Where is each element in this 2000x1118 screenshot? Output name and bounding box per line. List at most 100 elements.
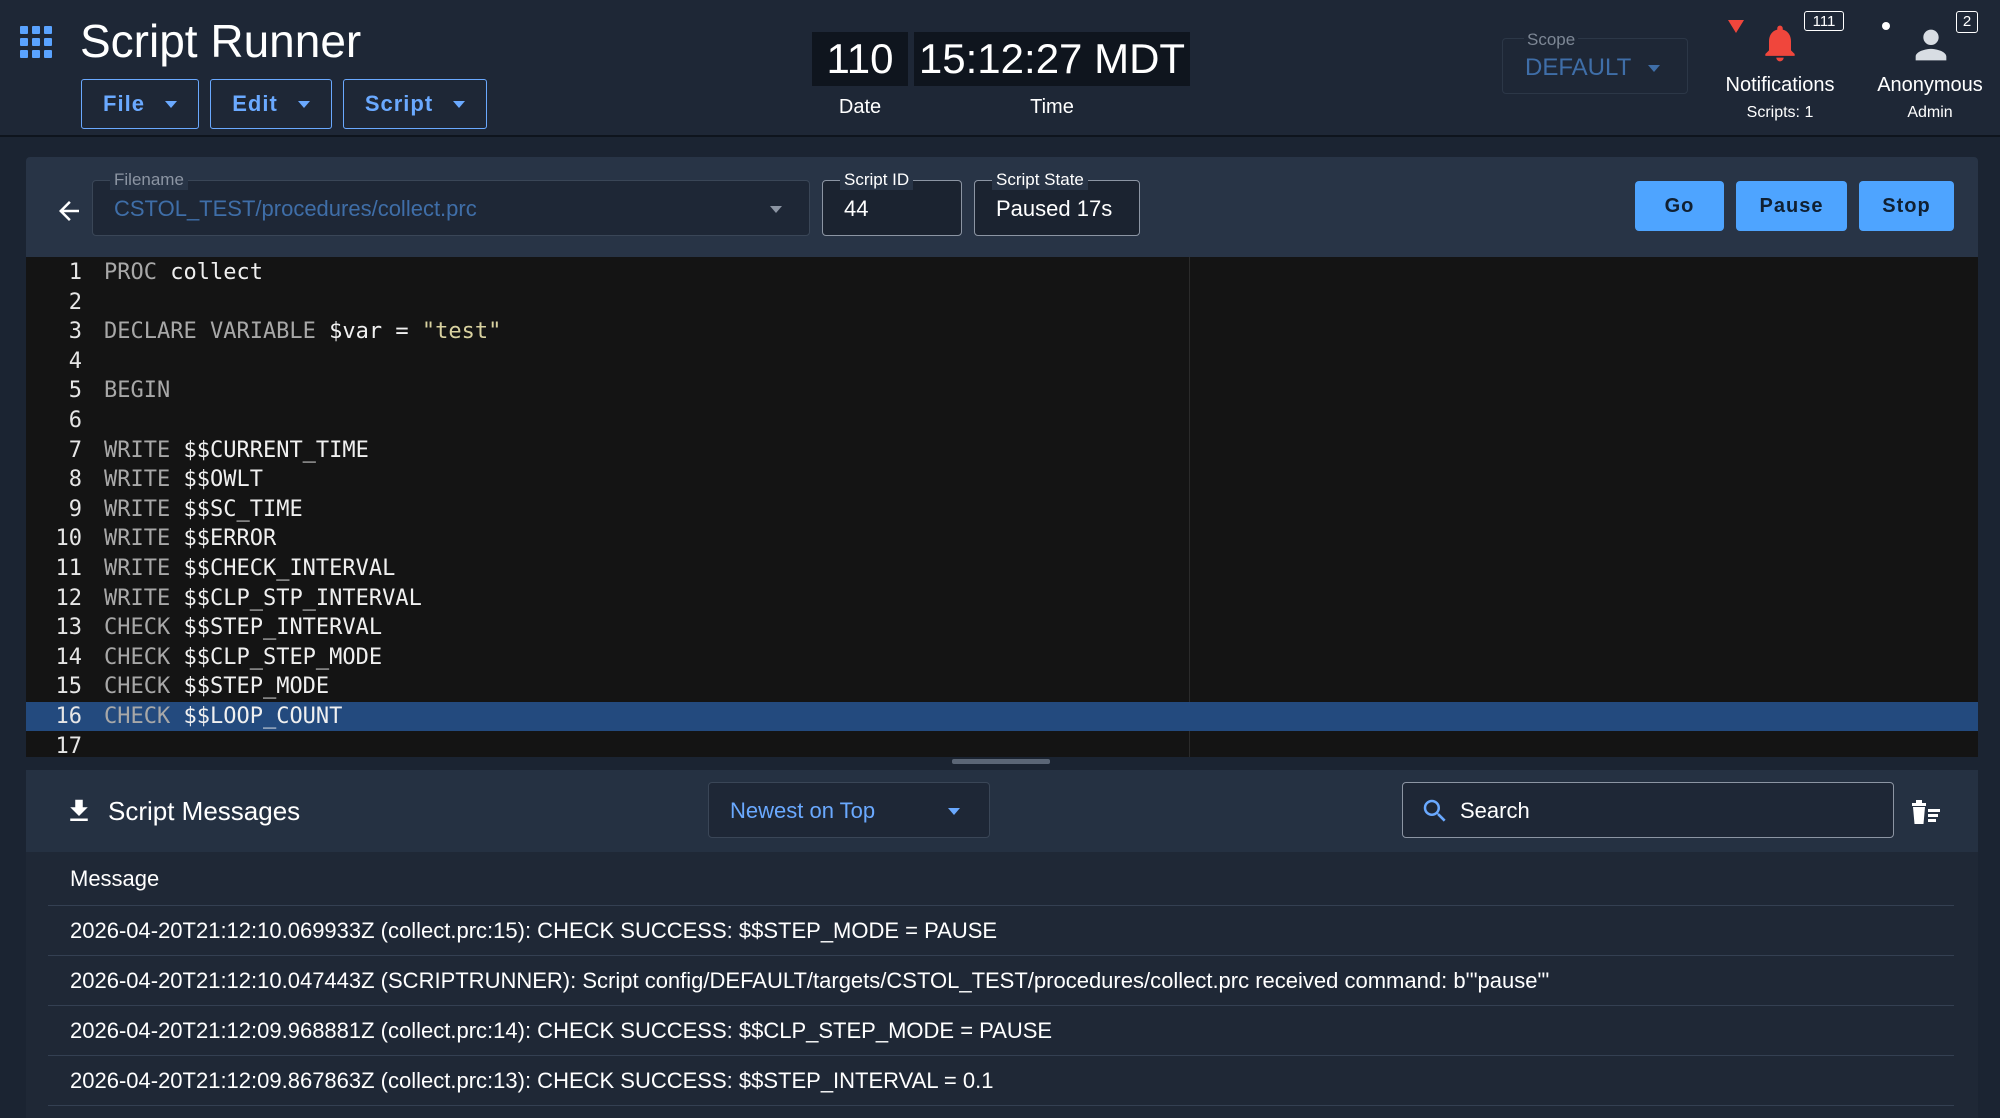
line-number: 9 <box>68 496 82 522</box>
code-text: WRITE $$ERROR <box>104 524 276 553</box>
code-text: CHECK $$STEP_MODE <box>104 672 329 701</box>
stop-button[interactable]: Stop <box>1859 181 1954 231</box>
code-keyword: WRITE <box>104 526 171 552</box>
line-number: 6 <box>68 408 82 433</box>
code-line[interactable]: 6 <box>26 406 1978 435</box>
message-text: 2026-04-20T21:12:09.968881Z (collect.prc… <box>70 1018 1053 1043</box>
download-icon[interactable] <box>64 796 94 831</box>
caret-down-icon <box>770 206 782 213</box>
notifications-scripts-count: Scripts: 1 <box>1746 104 1814 121</box>
code-keyword: WRITE <box>104 467 171 493</box>
code-line[interactable]: 10 WRITE $$ERROR <box>26 524 1978 553</box>
caret-down-icon <box>297 100 310 108</box>
line-number: 8 <box>68 467 82 493</box>
line-number: 17 <box>55 733 83 757</box>
code-line[interactable]: 17 <box>26 732 1978 757</box>
code-keyword: WRITE <box>104 585 171 611</box>
bell-icon[interactable] <box>1758 20 1802 71</box>
code-text: CHECK $$CLP_STEP_MODE <box>104 643 382 672</box>
code-rest: $$OWLT <box>170 467 263 493</box>
go-button[interactable]: Go <box>1635 181 1724 231</box>
line-number: 5 <box>68 378 82 404</box>
code-line[interactable]: 8 WRITE $$OWLT <box>26 465 1978 494</box>
line-number: 15 <box>55 674 83 700</box>
code-line[interactable]: 3 DECLARE VARIABLE $var = "test" <box>26 317 1978 346</box>
user-name[interactable]: Anonymous <box>1870 74 1990 97</box>
filename-value: CSTOL_TEST/procedures/collect.prc <box>114 196 477 221</box>
search-placeholder: Search <box>1460 798 1530 823</box>
message-row[interactable]: 2026-04-20T21:12:10.069933Z (collect.prc… <box>48 906 1954 956</box>
code-line[interactable]: 2 <box>26 288 1978 317</box>
line-number: 7 <box>68 437 82 463</box>
code-line[interactable]: 15 CHECK $$STEP_MODE <box>26 672 1978 701</box>
notification-count-badge: 111 <box>1804 11 1844 31</box>
resize-handle[interactable] <box>952 759 1050 764</box>
message-text: 2026-04-20T21:12:10.069933Z (collect.prc… <box>70 918 998 943</box>
code-keyword: CHECK <box>104 704 171 729</box>
message-row[interactable]: 2026-04-20T21:12:09.968881Z (collect.prc… <box>48 1006 1954 1056</box>
code-line[interactable]: 11 WRITE $$CHECK_INTERVAL <box>26 554 1978 583</box>
time-label: Time <box>1030 96 1074 118</box>
date-label: Date <box>838 96 882 118</box>
menu-edit-label: Edit <box>232 91 278 116</box>
message-text: 2026-04-20T21:12:09.867863Z (collect.prc… <box>70 1068 994 1093</box>
code-line[interactable]: 5 BEGIN <box>26 376 1978 405</box>
message-column-header[interactable]: Message <box>70 866 159 892</box>
alert-triangle-icon <box>1728 20 1744 33</box>
code-line[interactable]: 9 WRITE $$SC_TIME <box>26 495 1978 524</box>
caret-down-icon <box>453 100 466 108</box>
menu-file-button[interactable]: File <box>81 79 199 129</box>
code-keyword: BEGIN <box>104 378 171 404</box>
code-line[interactable]: 13 CHECK $$STEP_INTERVAL <box>26 613 1978 642</box>
script-state-value: Paused 17s <box>996 196 1113 221</box>
code-rest: $$LOOP_COUNT <box>170 704 343 729</box>
menu-edit-button[interactable]: Edit <box>210 79 332 129</box>
line-number: 11 <box>55 556 83 581</box>
person-icon[interactable] <box>1908 22 1954 73</box>
clear-list-icon[interactable] <box>1908 798 1942 833</box>
user-role: Admin <box>1907 104 1953 121</box>
code-text: WRITE $$OWLT <box>104 465 263 494</box>
code-keyword: CHECK <box>104 615 171 641</box>
line-number: 1 <box>68 260 82 285</box>
code-keyword: CHECK <box>104 674 171 700</box>
notifications-label[interactable]: Notifications <box>1700 74 1860 97</box>
date-value: 110 <box>812 32 908 86</box>
line-number: 14 <box>55 644 83 670</box>
arrow-left-icon[interactable] <box>54 196 84 231</box>
code-text: WRITE $$CURRENT_TIME <box>104 436 369 465</box>
code-text: WRITE $$SC_TIME <box>104 495 303 524</box>
code-rest: $$CURRENT_TIME <box>170 437 369 463</box>
code-keyword: CHECK <box>104 644 171 670</box>
code-line[interactable]: 1 PROC collect <box>26 258 1978 287</box>
message-row[interactable]: 2026-04-20T21:12:10.047443Z (SCRIPTRUNNE… <box>48 956 1954 1006</box>
menu-script-button[interactable]: Script <box>343 79 487 129</box>
code-keyword: PROC <box>104 260 157 285</box>
code-line[interactable]: 16 CHECK $$LOOP_COUNT <box>26 702 1978 731</box>
app-title: Script Runner <box>80 15 362 67</box>
code-rest: $$STEP_INTERVAL <box>170 615 383 641</box>
script-state-label: Script State <box>992 170 1088 190</box>
code-line[interactable]: 4 <box>26 347 1978 376</box>
code-text: DECLARE VARIABLE $var = "test" <box>104 317 501 346</box>
code-editor[interactable]: 1 PROC collect 2 3 DECLARE VARIABLE $var = "… <box>26 257 1978 757</box>
code-rest: collect <box>156 260 263 285</box>
code-rest: $$CLP_STEP_MODE <box>170 644 383 670</box>
code-rest: $$STEP_MODE <box>170 674 330 700</box>
code-string: "test" <box>421 319 502 345</box>
apps-grid-icon[interactable] <box>20 26 52 58</box>
code-rest: $$SC_TIME <box>170 496 303 522</box>
caret-down-icon <box>948 808 960 815</box>
code-line[interactable]: 12 WRITE $$CLP_STP_INTERVAL <box>26 584 1978 613</box>
menu-script-label: Script <box>364 91 434 116</box>
status-dot <box>1882 22 1890 30</box>
caret-down-icon <box>164 100 177 108</box>
pause-button[interactable]: Pause <box>1736 181 1847 231</box>
script-messages-title: Script Messages <box>108 796 301 826</box>
message-row[interactable]: 2026-04-20T21:12:09.867863Z (collect.prc… <box>48 1056 1954 1106</box>
code-line[interactable]: 7 WRITE $$CURRENT_TIME <box>26 436 1978 465</box>
code-keyword: WRITE <box>104 556 171 581</box>
code-line[interactable]: 14 CHECK $$CLP_STEP_MODE <box>26 643 1978 672</box>
line-number: 3 <box>68 319 82 345</box>
code-rest: $$CLP_STP_INTERVAL <box>170 585 422 611</box>
